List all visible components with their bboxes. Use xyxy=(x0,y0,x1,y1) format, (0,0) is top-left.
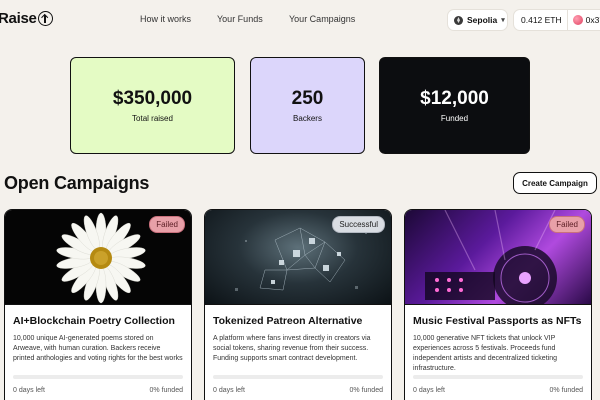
status-badge: Successful xyxy=(332,216,385,233)
funding-progress-bar xyxy=(213,375,383,379)
percent-funded: 0% funded xyxy=(349,387,383,394)
raise-logo-icon xyxy=(37,11,53,26)
stat-backers: 250 Backers xyxy=(250,57,365,154)
nav-how-it-works[interactable]: How it works xyxy=(140,14,191,24)
nav-your-campaigns[interactable]: Your Campaigns xyxy=(289,14,355,24)
campaign-image: Successful xyxy=(205,210,391,305)
status-badge: Failed xyxy=(549,216,585,233)
stat-label: Funded xyxy=(440,114,469,123)
status-badge: Failed xyxy=(149,216,185,233)
stat-label: Total raised xyxy=(132,114,173,123)
top-header: Raise How it works Your Funds Your Campa… xyxy=(0,0,600,40)
stat-value: $12,000 xyxy=(420,88,489,109)
campaign-image: Failed xyxy=(405,210,591,305)
days-left: 0 days left xyxy=(213,387,245,394)
stat-value: $350,000 xyxy=(112,88,193,109)
ethereum-icon xyxy=(454,15,463,25)
wallet-balance: 0.412 ETH xyxy=(521,15,562,25)
campaign-description: A platform where fans invest directly in… xyxy=(213,335,371,362)
campaign-description: 10,000 unique AI-generated poems stored … xyxy=(13,335,183,362)
campaign-description: 10,000 generative NFT tickets that unloc… xyxy=(413,335,557,372)
stat-total-raised: $350,000 Total raised xyxy=(70,57,235,154)
wallet-address: 0x37... xyxy=(585,15,600,25)
wallet-divider xyxy=(566,9,568,31)
percent-funded: 0% funded xyxy=(149,387,183,394)
stat-value: 250 xyxy=(291,88,324,109)
campaign-card[interactable]: Successful Tokenized Patreon Alternative… xyxy=(204,209,392,400)
stat-funded: $12,000 Funded xyxy=(379,57,530,154)
network-name: Sepolia xyxy=(467,15,498,25)
nav-your-funds[interactable]: Your Funds xyxy=(217,14,263,24)
campaign-title: AI+Blockchain Poetry Collection xyxy=(13,315,175,327)
network-selector[interactable]: Sepolia ▾ xyxy=(447,9,508,31)
wallet-avatar-icon xyxy=(572,15,583,25)
campaign-title: Music Festival Passports as NFTs xyxy=(413,315,582,327)
create-campaign-button[interactable]: Create Campaign xyxy=(513,172,597,194)
campaign-card[interactable]: Failed Music Festival Passports as NFTs … xyxy=(404,209,592,400)
funding-progress-bar xyxy=(13,375,183,379)
days-left: 0 days left xyxy=(413,387,445,394)
funding-progress-bar xyxy=(413,375,583,379)
campaign-title: Tokenized Patreon Alternative xyxy=(213,315,363,327)
section-title: Open Campaigns xyxy=(4,173,150,193)
chevron-down-icon: ▾ xyxy=(501,17,505,24)
stat-label: Backers xyxy=(293,114,322,123)
campaign-image: Failed xyxy=(5,210,191,305)
wallet-button[interactable]: 0.412 ETH 0x37... xyxy=(513,9,600,31)
campaign-card[interactable]: Failed AI+Blockchain Poetry Collection 1… xyxy=(4,209,192,400)
percent-funded: 0% funded xyxy=(549,387,583,394)
logo-text: Raise xyxy=(0,10,37,27)
logo[interactable]: Raise xyxy=(0,10,53,27)
days-left: 0 days left xyxy=(13,387,45,394)
